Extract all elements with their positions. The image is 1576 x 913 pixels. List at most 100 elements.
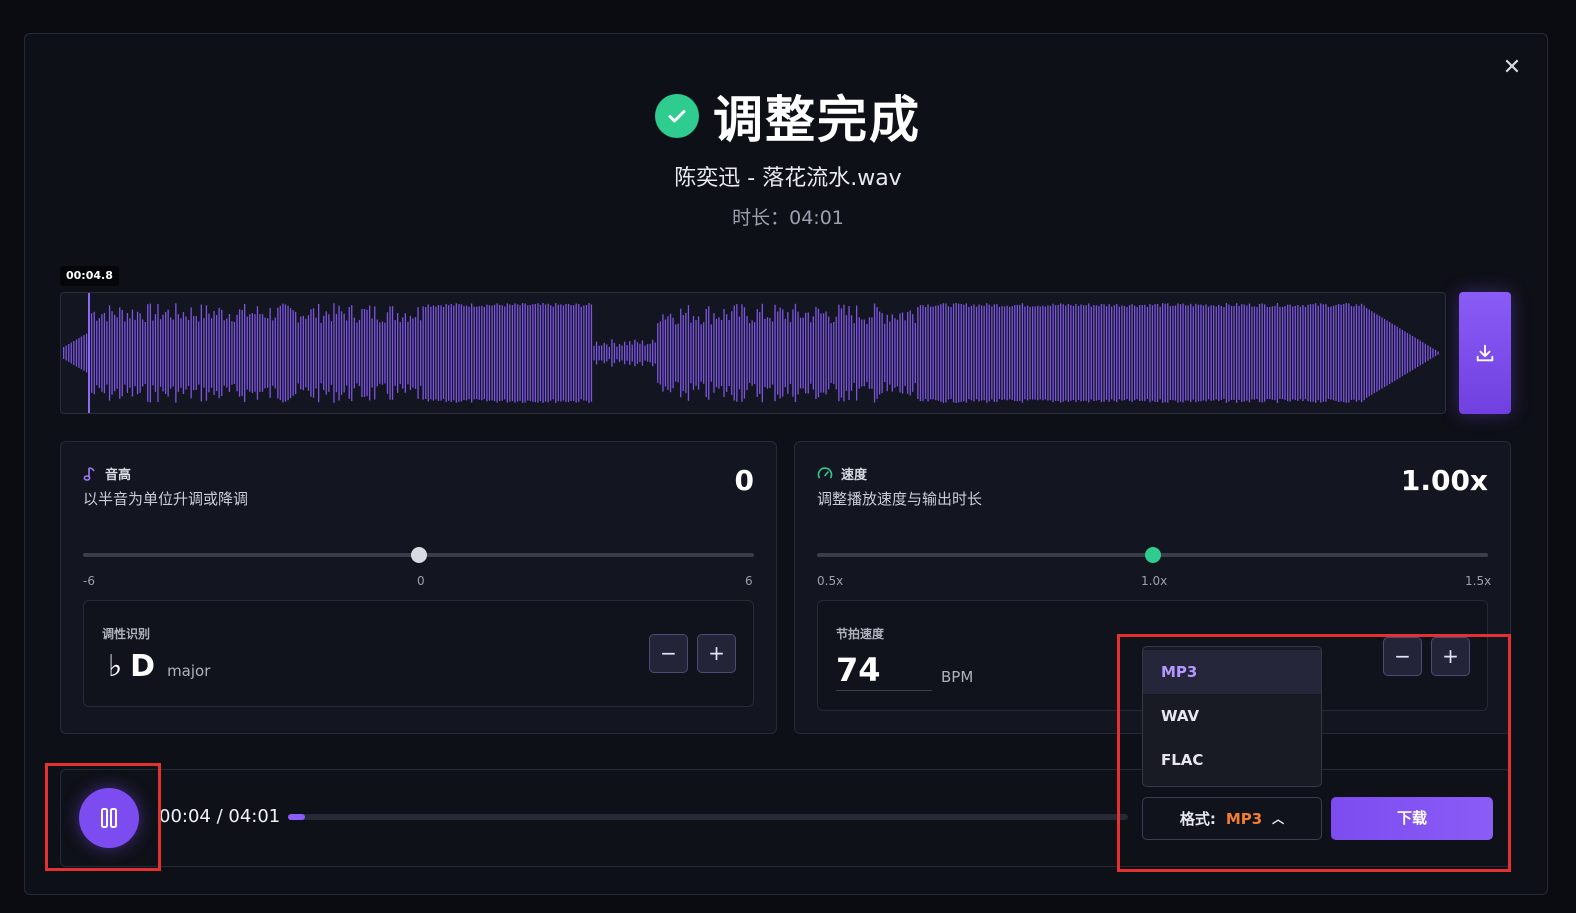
- format-option-mp3[interactable]: MP3: [1143, 650, 1321, 694]
- waveform-bar: [289, 308, 292, 398]
- waveform-bar: [1134, 305, 1136, 401]
- waveform-bar: [1276, 303, 1279, 403]
- waveform-bar: [305, 318, 307, 388]
- waveform-bar: [593, 345, 595, 361]
- pitch-slider[interactable]: [83, 547, 754, 563]
- pause-button[interactable]: [79, 788, 139, 848]
- waveform-bar: [371, 318, 373, 388]
- speedometer-icon: [817, 466, 833, 478]
- pitch-slider-thumb[interactable]: [410, 547, 427, 563]
- waveform-bar: [856, 305, 858, 401]
- waveform-bar: [335, 313, 338, 393]
- bpm-decrease-button[interactable]: −: [1383, 637, 1422, 676]
- waveform-bar: [295, 311, 297, 395]
- waveform-bar: [1108, 304, 1110, 402]
- waveform-bar: [751, 320, 753, 386]
- waveform-bar: [802, 317, 804, 389]
- waveform-bar: [1228, 304, 1230, 402]
- close-icon[interactable]: ✕: [1500, 56, 1524, 80]
- waveform-bar: [187, 319, 190, 386]
- waveform-bar: [524, 303, 526, 403]
- format-select[interactable]: 格式: MP3 ︿: [1142, 797, 1322, 840]
- waveform-bar: [445, 304, 447, 403]
- waveform-bar: [402, 317, 404, 389]
- waveform-bar: [588, 303, 590, 403]
- waveform-bar: [879, 311, 881, 395]
- waveform-bar: [432, 305, 435, 401]
- waveform-bar: [468, 306, 470, 400]
- waveform-bar: [777, 311, 779, 395]
- waveform-bar: [924, 307, 927, 399]
- waveform-bar: [1399, 328, 1401, 378]
- waveform-bar: [363, 309, 366, 397]
- pitch-increase-button[interactable]: +: [697, 634, 736, 673]
- waveform-bar: [1304, 306, 1307, 400]
- waveform[interactable]: [60, 292, 1446, 414]
- waveform-bar: [1294, 306, 1296, 400]
- waveform-bar: [868, 317, 871, 389]
- waveform-bar: [272, 320, 274, 386]
- waveform-bar: [318, 303, 320, 403]
- pitch-decrease-button[interactable]: −: [649, 634, 688, 673]
- waveform-bar: [233, 322, 236, 384]
- pause-icon: [101, 808, 117, 828]
- waveform-bar: [1269, 306, 1271, 399]
- format-option-flac[interactable]: FLAC: [1143, 738, 1321, 782]
- playback-progress[interactable]: [288, 814, 1128, 820]
- waveform-bar: [822, 313, 825, 393]
- download-button[interactable]: 下载: [1331, 797, 1493, 840]
- bpm-increase-button[interactable]: +: [1431, 637, 1470, 676]
- waveform-bar: [952, 303, 955, 403]
- bpm-input[interactable]: 74: [836, 649, 932, 691]
- waveform-bar: [1090, 306, 1092, 400]
- waveform-bar: [769, 317, 771, 388]
- waveform-bar: [389, 306, 391, 400]
- waveform-bar: [774, 304, 776, 402]
- waveform-bar: [805, 312, 807, 394]
- waveform-bar: [1029, 306, 1031, 400]
- waveform-bar: [425, 307, 427, 399]
- waveform-bar: [351, 305, 353, 401]
- waveform-bar: [147, 304, 149, 402]
- waveform-bar: [1432, 348, 1434, 358]
- waveform-bar: [1174, 305, 1177, 401]
- waveform-bar: [108, 305, 111, 401]
- waveform-bar: [1164, 303, 1166, 403]
- waveform-bar: [1406, 332, 1409, 374]
- speed-slider[interactable]: [817, 547, 1488, 563]
- file-name: 陈奕迅 - 落花流水.wav: [674, 166, 902, 191]
- waveform-bar: [621, 345, 623, 361]
- waveform-bar: [975, 306, 978, 400]
- waveform-bar: [440, 305, 442, 401]
- waveform-bar: [1126, 307, 1128, 399]
- waveform-bar: [1366, 308, 1368, 398]
- waveform-bar: [1080, 304, 1082, 402]
- waveform-bar: [904, 320, 906, 386]
- waveform-bar: [1419, 340, 1421, 366]
- waveform-bar: [1225, 303, 1228, 403]
- waveform-bar: [708, 306, 710, 400]
- waveform-bar: [756, 309, 758, 397]
- waveform-bar: [1026, 305, 1029, 401]
- waveform-bar: [863, 319, 865, 387]
- waveform-bar: [159, 319, 162, 387]
- waveform-bar: [1116, 304, 1118, 403]
- waveform-bar: [1309, 304, 1312, 402]
- waveform-bar: [1083, 305, 1085, 401]
- format-option-wav[interactable]: WAV: [1143, 694, 1321, 738]
- waveform-bar: [1014, 305, 1016, 401]
- waveform-bar: [238, 309, 241, 397]
- waveform-bar: [1266, 307, 1268, 400]
- waveform-bar: [896, 319, 899, 387]
- waveform-bar: [307, 315, 310, 391]
- waveform-bar: [1414, 337, 1416, 369]
- waveform-bar: [256, 306, 259, 400]
- waveform-bar: [1417, 339, 1419, 367]
- waveform-bar: [210, 318, 213, 388]
- download-side-button[interactable]: [1459, 292, 1511, 414]
- waveform-bar: [932, 306, 934, 400]
- waveform-bar: [973, 304, 975, 402]
- waveform-playhead[interactable]: [88, 293, 90, 413]
- waveform-bar: [907, 312, 909, 394]
- speed-slider-thumb[interactable]: [1144, 547, 1161, 563]
